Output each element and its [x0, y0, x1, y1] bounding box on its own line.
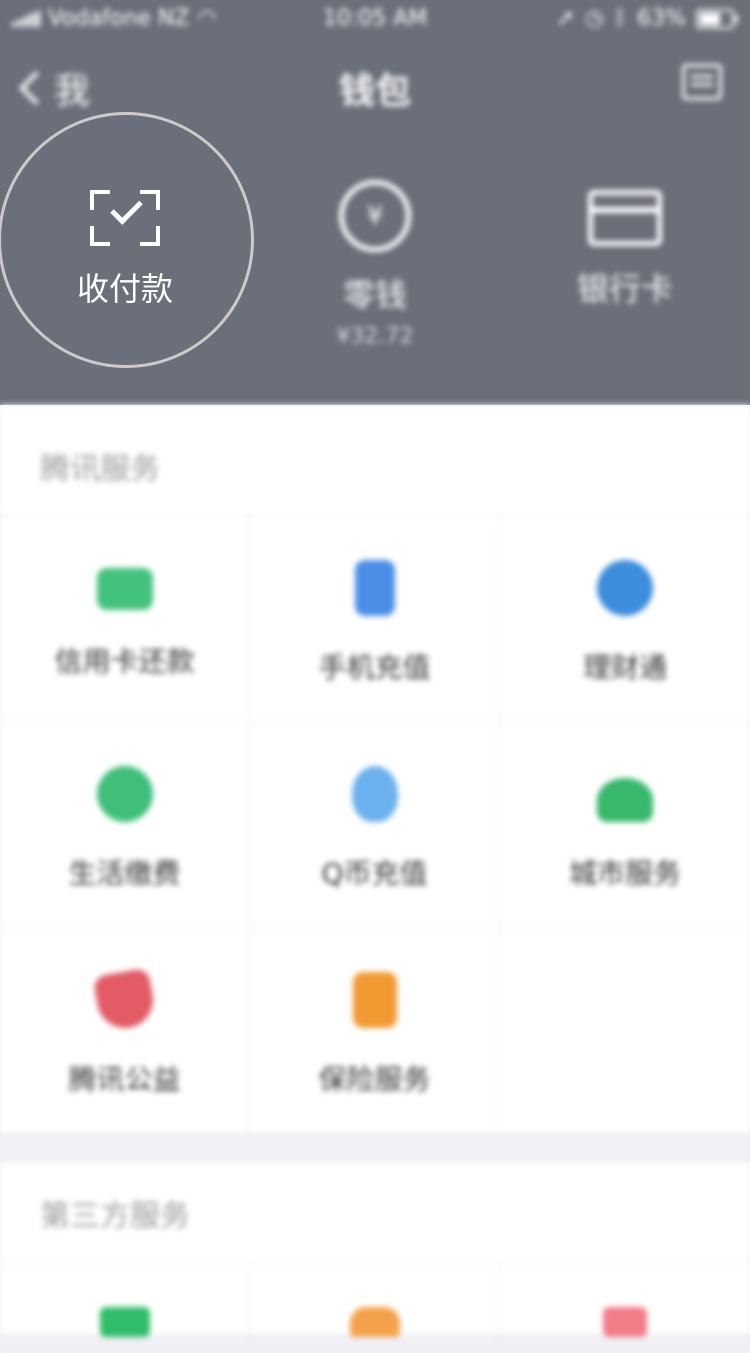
green-service-icon — [99, 1307, 150, 1337]
service-city[interactable]: 城市服务 — [500, 722, 750, 928]
bank-card-button[interactable]: 银行卡 — [500, 170, 750, 310]
city-icon — [597, 778, 653, 822]
tencent-services-section: 腾讯服务 信用卡还款 手机充值 理财通 生活缴费 Q币充值 城市服务 腾讯公益 — [0, 405, 750, 1134]
status-bar: Vodafone NZ ◠ 10:05 AM ➚ ◷ ᛒ 63% — [0, 0, 750, 40]
service-label: 保险服务 — [318, 1063, 431, 1096]
service-licaitong[interactable]: 理财通 — [500, 516, 750, 722]
service-label: 理财通 — [582, 651, 667, 684]
change-amount: ¥32.72 — [336, 324, 414, 349]
third-party-service[interactable] — [250, 1263, 500, 1353]
battery-icon — [696, 8, 738, 29]
orange-service-icon — [349, 1307, 400, 1337]
service-label: 生活缴费 — [68, 857, 181, 890]
service-label: 城市服务 — [568, 857, 681, 890]
section-title: 第三方服务 — [0, 1162, 750, 1263]
empty-cell — [500, 928, 750, 1134]
life-fee-icon — [96, 766, 153, 822]
change-balance-button[interactable]: ¥ 零钱 ¥32.72 — [250, 170, 500, 349]
charity-heart-icon — [92, 967, 157, 1033]
change-label: 零钱 — [342, 276, 407, 314]
service-charity[interactable]: 腾讯公益 — [0, 928, 250, 1134]
coin-icon: ¥ — [339, 180, 411, 252]
page-title: 钱包 — [338, 71, 411, 112]
section-title: 腾讯服务 — [0, 405, 750, 516]
licaitong-icon — [597, 560, 653, 616]
service-life-fees[interactable]: 生活缴费 — [0, 722, 250, 928]
third-party-service[interactable] — [500, 1263, 750, 1353]
pink-service-icon — [603, 1307, 647, 1337]
service-label: 信用卡还款 — [54, 645, 195, 678]
battery-percent: 63% — [637, 6, 686, 31]
service-insurance[interactable]: 保险服务 — [250, 928, 500, 1134]
credit-card-icon — [96, 568, 153, 610]
insurance-icon — [352, 972, 397, 1028]
service-phone-topup[interactable]: 手机充值 — [250, 516, 500, 722]
location-icon: ➚ — [556, 6, 575, 31]
service-qcoin-topup[interactable]: Q币充值 — [250, 722, 500, 928]
third-party-services-section: 第三方服务 — [0, 1162, 750, 1353]
third-party-service[interactable] — [0, 1263, 250, 1353]
bank-card-label: 银行卡 — [576, 270, 673, 308]
bank-card-icon — [588, 190, 662, 246]
wallet-header: Vodafone NZ ◠ 10:05 AM ➚ ◷ ᛒ 63% 我 钱包 ¥ … — [0, 0, 750, 405]
phone-icon — [354, 560, 395, 616]
service-label: 手机充值 — [318, 651, 431, 684]
nav-bar: 我 钱包 — [0, 50, 750, 120]
service-label: Q币充值 — [321, 857, 428, 890]
service-label: 腾讯公益 — [68, 1063, 181, 1096]
bill-menu-icon[interactable] — [682, 64, 722, 100]
service-credit-card-repay[interactable]: 信用卡还款 — [0, 516, 250, 722]
qq-penguin-icon — [351, 766, 398, 822]
spotlight-ring — [0, 112, 254, 368]
alarm-icon: ◷ — [584, 6, 604, 31]
bluetooth-icon: ᛒ — [613, 6, 628, 31]
